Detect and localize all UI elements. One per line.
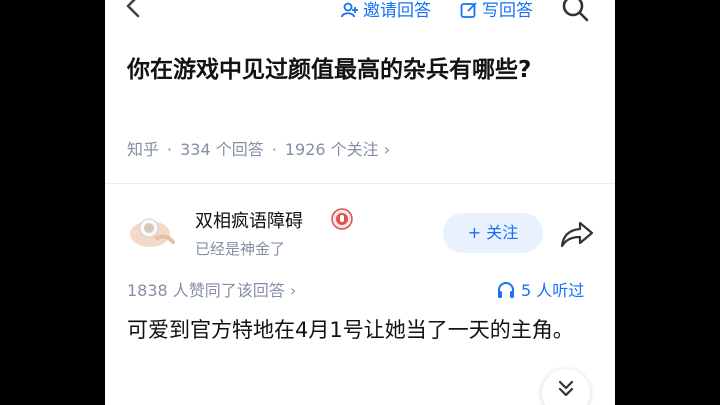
- listen-label: 5 人听过: [521, 281, 585, 300]
- back-icon[interactable]: [123, 0, 145, 20]
- write-label: 写回答: [482, 1, 533, 21]
- headphones-icon: [498, 282, 514, 298]
- meta-dot: ·: [167, 140, 173, 159]
- answer-text[interactable]: 可爱到官方特地在4月1号让她当了一天的主角。: [127, 312, 597, 348]
- invite-answer-button[interactable]: 邀请回答: [341, 0, 431, 21]
- write-icon: [460, 2, 477, 18]
- chevron-double-down-icon: [558, 380, 574, 397]
- follower-count: 1926 个关注: [284, 140, 379, 159]
- author-name[interactable]: 双相疯语障碍: [195, 207, 303, 233]
- source-label: 知乎: [127, 140, 160, 159]
- phone-screen: 邀请回答 写回答 你在游戏中见过颜值最高的杂兵有哪些? 知乎 · 334 个回答 · 1…: [105, 0, 615, 405]
- write-answer-button[interactable]: 写回答: [460, 0, 533, 21]
- answer-count: 334 个回答: [180, 140, 264, 159]
- expand-button[interactable]: [542, 369, 590, 405]
- listen-count[interactable]: 5 人听过: [497, 277, 584, 301]
- follow-button[interactable]: + 关注: [443, 213, 543, 253]
- meta-chevron-icon: ›: [383, 140, 391, 159]
- meta-dot: ·: [271, 140, 277, 159]
- avatar[interactable]: [127, 214, 177, 250]
- badge-icon: [331, 208, 353, 230]
- top-bar: 邀请回答 写回答: [105, 0, 615, 22]
- likes-count[interactable]: 1838 人赞同了该回答 ›: [127, 277, 296, 301]
- search-icon[interactable]: [561, 0, 589, 22]
- divider: [105, 183, 615, 184]
- question-title[interactable]: 你在游戏中见过颜值最高的杂兵有哪些?: [127, 52, 597, 88]
- author-bio: 已经是神金了: [195, 240, 286, 258]
- question-meta[interactable]: 知乎 · 334 个回答 · 1926 个关注 ›: [127, 136, 390, 160]
- share-icon[interactable]: [560, 220, 594, 248]
- invite-icon: [341, 2, 358, 18]
- invite-label: 邀请回答: [363, 1, 431, 21]
